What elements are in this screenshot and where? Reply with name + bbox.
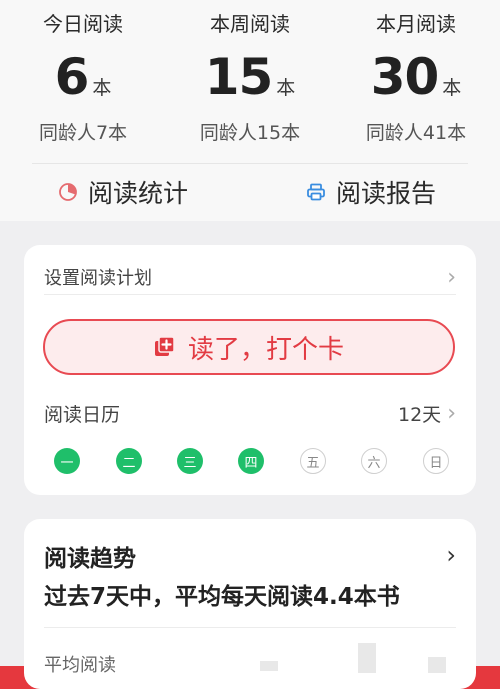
stat-label: 本月阅读 bbox=[376, 12, 456, 36]
weekday-wed[interactable]: 三 bbox=[177, 448, 203, 474]
divider bbox=[44, 627, 456, 628]
trend-summary: 过去7天中，平均每天阅读4.4本书 bbox=[44, 584, 400, 610]
stat-value: 30 本 bbox=[333, 48, 499, 106]
set-reading-plan-row[interactable]: 设置阅读计划 › bbox=[44, 259, 456, 295]
reading-report-button[interactable]: 阅读报告 bbox=[306, 174, 436, 210]
stat-number: 6 bbox=[54, 48, 90, 106]
trend-bar bbox=[260, 661, 278, 671]
reading-calendar-row[interactable]: 阅读日历 12天 › bbox=[44, 399, 456, 427]
weekday-tracker: 一 二 三 四 五 六 日 bbox=[54, 448, 449, 476]
stat-value: 6本 bbox=[0, 48, 166, 106]
stat-label: 本周阅读 bbox=[210, 12, 290, 36]
stat-value: 15 本 bbox=[167, 48, 333, 106]
stat-number: 30 bbox=[370, 48, 440, 106]
calendar-summary: 12天 › bbox=[398, 400, 456, 427]
reading-trend-card[interactable]: 阅读趋势 › 过去7天中，平均每天阅读4.4本书 平均阅读 bbox=[24, 519, 476, 689]
calendar-day-count: 12天 bbox=[398, 403, 442, 426]
chevron-right-icon: › bbox=[447, 264, 456, 290]
reading-stats-label: 阅读统计 bbox=[88, 179, 189, 208]
weekday-sun[interactable]: 日 bbox=[423, 448, 449, 474]
stat-peer-compare: 同龄人15本 bbox=[199, 122, 301, 144]
stat-label: 今日阅读 bbox=[43, 12, 123, 36]
chevron-right-icon: › bbox=[447, 400, 456, 426]
set-reading-plan-label: 设置阅读计划 bbox=[44, 268, 152, 289]
stat-unit: 本 bbox=[276, 77, 296, 99]
stat-peer-compare: 同龄人41本 bbox=[365, 122, 467, 144]
reading-stats-button[interactable]: 阅读统计 bbox=[58, 174, 188, 210]
divider bbox=[44, 294, 456, 295]
divider bbox=[32, 163, 468, 164]
check-in-button[interactable]: 读了，打个卡 bbox=[43, 319, 455, 375]
weekday-tue[interactable]: 二 bbox=[116, 448, 142, 474]
trend-bar bbox=[358, 643, 376, 673]
check-in-label: 读了，打个卡 bbox=[187, 334, 344, 365]
weekday-thu[interactable]: 四 bbox=[238, 448, 264, 474]
trend-bar bbox=[428, 657, 446, 673]
weekday-sat[interactable]: 六 bbox=[361, 448, 387, 474]
pie-chart-icon bbox=[59, 183, 77, 201]
chevron-right-icon[interactable]: › bbox=[446, 541, 456, 569]
add-square-icon bbox=[154, 336, 175, 356]
stat-peer-compare: 同龄人7本 bbox=[38, 122, 128, 144]
weekday-mon[interactable]: 一 bbox=[54, 448, 80, 474]
average-reading-label: 平均阅读 bbox=[44, 655, 116, 676]
weekday-fri[interactable]: 五 bbox=[300, 448, 326, 474]
stat-number: 15 bbox=[204, 48, 274, 106]
stat-unit: 本 bbox=[92, 77, 112, 99]
printer-icon bbox=[307, 183, 325, 201]
reading-stats: 今日阅读 6本 同龄人7本 本周阅读 15 本 同龄人15本 本月阅读 30 本 同… bbox=[0, 0, 500, 160]
reading-report-label: 阅读报告 bbox=[336, 179, 437, 208]
plan-card: 设置阅读计划 › 读了，打个卡 阅读日历 12天 › 一 二 三 四 五 六 日 bbox=[24, 245, 476, 495]
trend-title: 阅读趋势 bbox=[44, 546, 136, 572]
stat-unit: 本 bbox=[442, 77, 462, 99]
reading-calendar-label: 阅读日历 bbox=[44, 403, 121, 426]
